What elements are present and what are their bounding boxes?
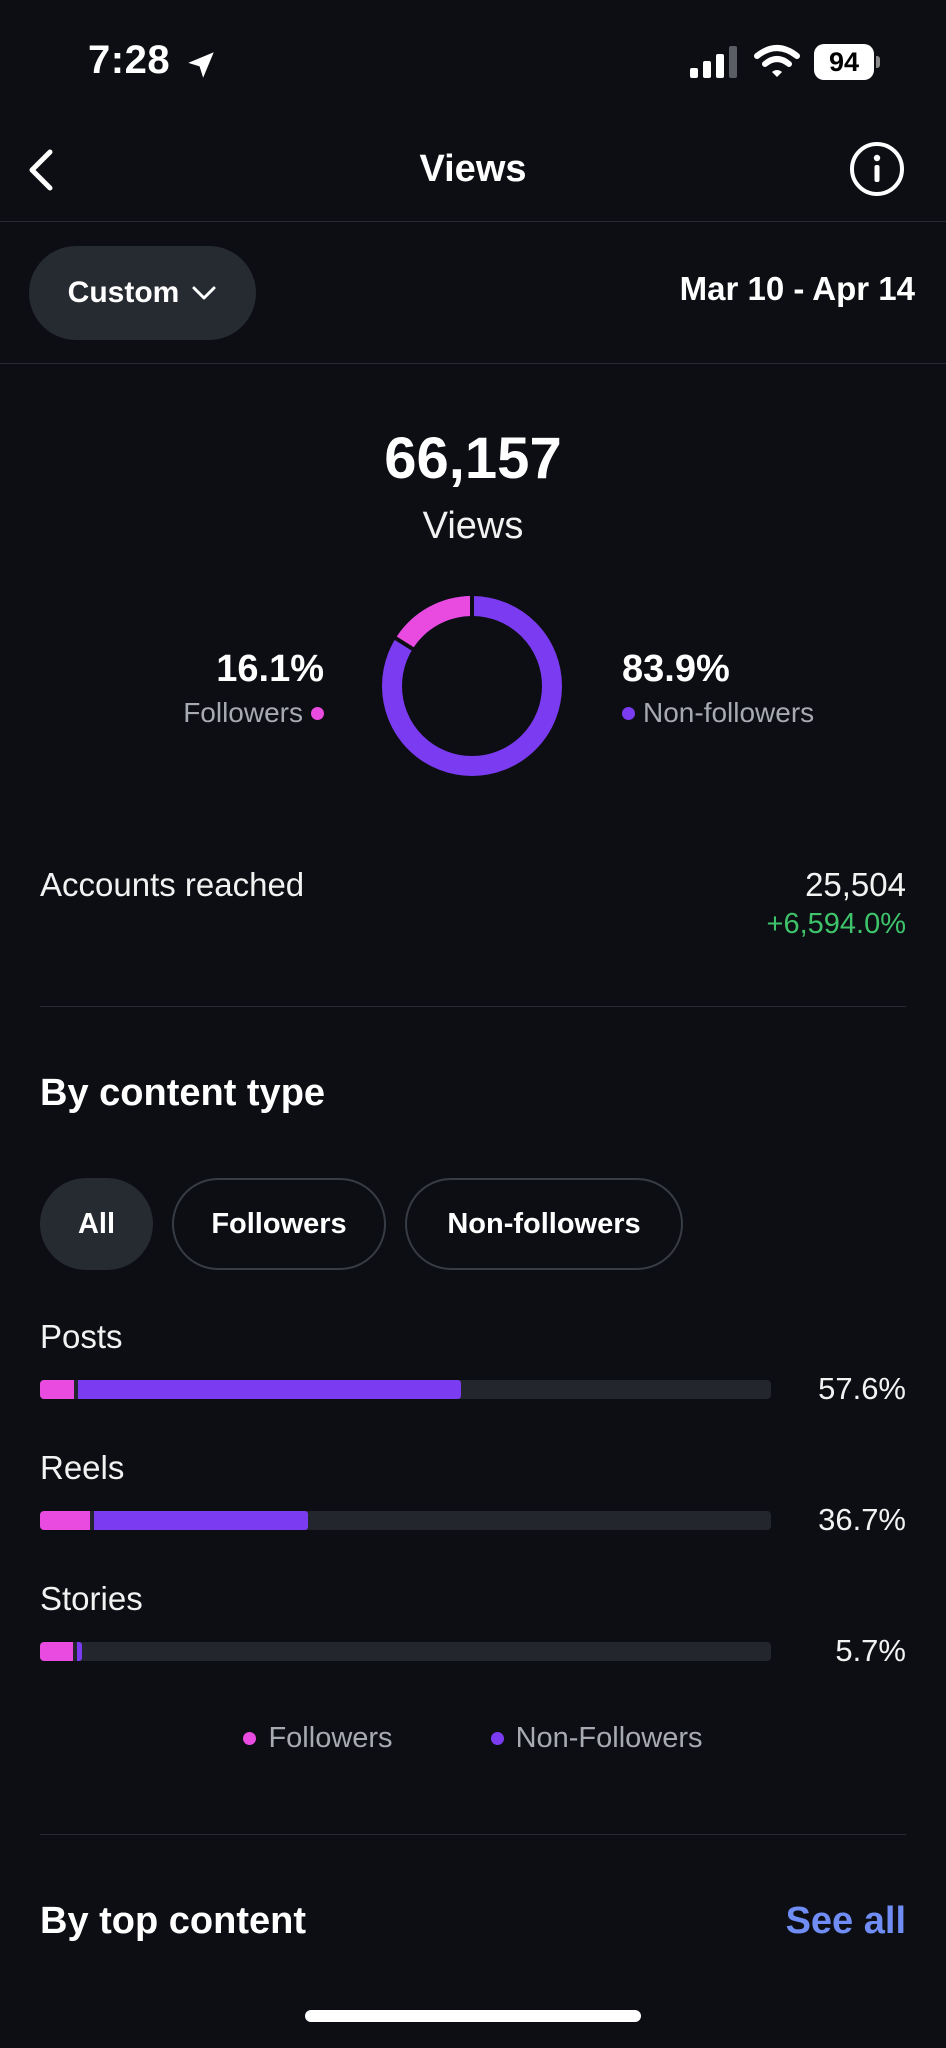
filter-pill-followers[interactable]: Followers	[172, 1178, 386, 1270]
legend-nonfollowers-label: Non-Followers	[515, 1722, 703, 1754]
cellular-signal-icon	[690, 46, 737, 78]
divider	[40, 1006, 906, 1007]
content-type-bar-reels	[40, 1511, 771, 1530]
filter-pill-nonfollowers-label: Non-followers	[447, 1207, 641, 1240]
filter-pill-nonfollowers[interactable]: Non-followers	[405, 1178, 683, 1270]
accounts-reached-value: 25,504	[805, 866, 906, 903]
stories-followers-fill	[40, 1642, 73, 1661]
content-type-label-reels: Reels	[40, 1449, 125, 1486]
followers-stat-label: Followers	[183, 697, 324, 729]
content-type-bar-posts	[40, 1380, 771, 1399]
followers-stat: 16.1% Followers	[183, 648, 324, 729]
legend-followers-label: Followers	[268, 1722, 393, 1754]
date-range-dropdown-label: Custom	[67, 276, 180, 309]
filter-pill-all[interactable]: All	[40, 1178, 153, 1270]
nonfollowers-dot-icon	[490, 1732, 504, 1745]
followers-dot-icon	[243, 1732, 257, 1745]
battery-level: 94	[814, 44, 874, 80]
date-range-text: Mar 10 - Apr 14	[679, 270, 915, 307]
followers-split-donut	[382, 596, 562, 776]
content-type-pct-reels: 36.7%	[818, 1502, 906, 1537]
content-type-label-stories: Stories	[40, 1580, 143, 1617]
battery-cap	[876, 56, 880, 68]
content-type-label-posts: Posts	[40, 1318, 123, 1355]
nonfollowers-stat: 83.9% Non-followers	[622, 648, 814, 729]
nonfollowers-dot-icon	[622, 706, 635, 720]
followers-label-text: Followers	[183, 697, 303, 728]
content-type-bar-stories	[40, 1642, 771, 1661]
stories-nonfollowers-fill	[76, 1642, 82, 1661]
info-icon[interactable]	[848, 140, 906, 198]
views-label: Views	[422, 505, 524, 547]
page-title: Views	[419, 148, 527, 190]
nonfollowers-label-text: Non-followers	[643, 697, 815, 728]
views-insights-screen: 7:28 94 Views Custom Mar 10 - Apr 14 66,…	[0, 0, 946, 2048]
content-type-pct-posts: 57.6%	[818, 1371, 906, 1406]
accounts-reached-label: Accounts reached	[40, 866, 305, 903]
battery-icon: 94	[814, 44, 880, 80]
date-filter-row: Custom Mar 10 - Apr 14	[0, 222, 946, 364]
accounts-reached-change: +6,594.0%	[766, 908, 906, 940]
by-top-content-title: By top content	[40, 1900, 306, 1942]
status-time: 7:28	[88, 38, 171, 82]
followers-dot-icon	[311, 706, 324, 720]
nonfollowers-percentage: 83.9%	[622, 648, 730, 690]
views-total: 66,157	[384, 426, 562, 491]
filter-pill-all-label: All	[77, 1207, 116, 1240]
reels-followers-fill	[40, 1511, 90, 1530]
divider	[40, 1834, 906, 1835]
legend-followers: Followers	[243, 1722, 393, 1755]
content-type-pct-stories: 5.7%	[835, 1633, 906, 1668]
donut-followers-segment	[395, 596, 473, 650]
by-content-type-title: By content type	[40, 1072, 326, 1114]
posts-followers-fill	[40, 1380, 74, 1399]
filter-pill-followers-label: Followers	[211, 1207, 347, 1240]
nav-bar: Views	[0, 120, 946, 222]
legend-nonfollowers: Non-Followers	[490, 1722, 703, 1755]
followers-percentage: 16.1%	[216, 648, 324, 690]
home-indicator[interactable]	[305, 2010, 641, 2022]
nonfollowers-stat-label: Non-followers	[622, 697, 814, 729]
chevron-down-icon	[192, 286, 216, 300]
posts-nonfollowers-fill	[77, 1380, 462, 1399]
location-arrow-icon	[188, 52, 214, 78]
wifi-icon	[754, 45, 800, 77]
date-range-dropdown[interactable]: Custom	[29, 246, 256, 340]
see-all-link[interactable]: See all	[786, 1900, 906, 1943]
content-type-legend: Followers Non-Followers	[0, 1722, 946, 1755]
status-bar: 7:28 94	[0, 0, 946, 120]
reels-nonfollowers-fill	[93, 1511, 309, 1530]
